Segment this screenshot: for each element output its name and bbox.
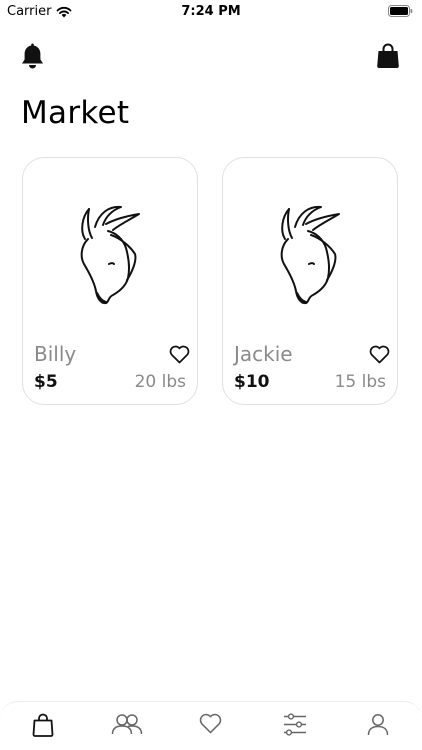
tab-community[interactable] [111,713,143,739]
listing-name: Jackie [234,342,293,366]
favorite-button[interactable] [169,345,190,368]
cart-button[interactable] [376,43,400,73]
tab-favorites[interactable] [199,713,222,738]
bell-icon [22,43,43,69]
battery-icon [388,5,413,17]
tab-market[interactable] [32,713,54,741]
heart-icon [169,345,190,364]
status-time: 7:24 PM [181,4,241,19]
heart-icon [199,713,222,734]
listing-weight: 15 lbs [334,372,386,392]
status-bar: Carrier 7:24 PM [0,0,422,22]
goat-image [280,205,340,305]
listing-card[interactable]: Jackie $10 15 lbs [222,157,398,405]
goat-image [80,205,140,305]
tab-bar [0,701,422,750]
shopping-bag-icon [377,43,399,68]
sliders-icon [284,713,306,736]
heart-icon [369,345,390,364]
person-icon [367,714,389,736]
listing-price: $10 [234,372,270,392]
listing-weight: 20 lbs [134,372,186,392]
listing-name: Billy [34,342,77,366]
tab-filters[interactable] [283,713,307,740]
notifications-button[interactable] [20,43,45,74]
listing-price: $5 [34,372,58,392]
shopping-bag-icon [32,713,54,737]
listing-card[interactable]: Billy $5 20 lbs [22,157,198,405]
people-icon [111,714,143,735]
tab-profile[interactable] [367,713,389,740]
page-title: Market [21,95,130,131]
favorite-button[interactable] [369,345,390,368]
